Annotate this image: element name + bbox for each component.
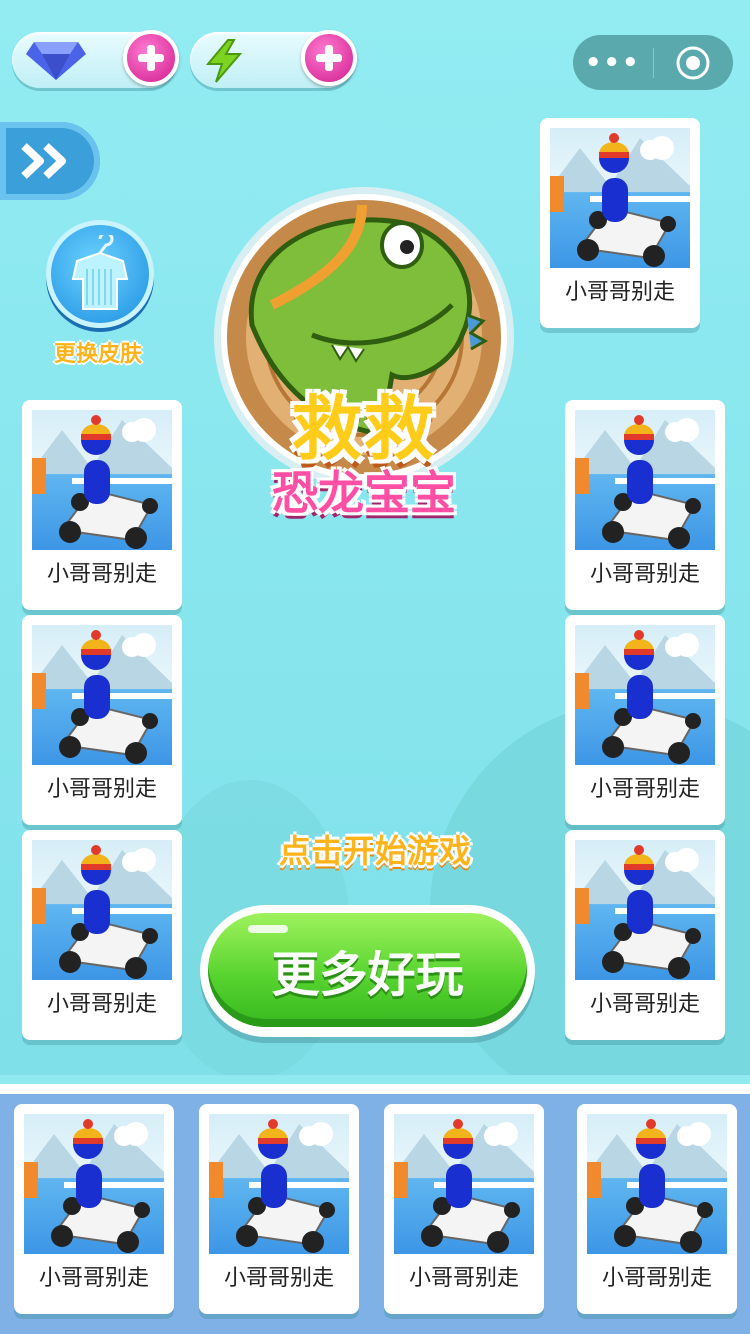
game-thumbnail xyxy=(394,1114,534,1254)
more-fun-button[interactable]: 更多好玩 xyxy=(200,905,535,1037)
game-card-title: 小哥哥别走 xyxy=(38,1266,149,1291)
game-card-title: 小哥哥别走 xyxy=(601,1266,712,1291)
game-card[interactable]: 小哥哥别走 xyxy=(384,1104,544,1314)
logo-title-sub: 恐龙宝宝 xyxy=(272,466,456,520)
game-card[interactable]: 小哥哥别走 xyxy=(565,400,725,610)
game-card[interactable]: 小哥哥别走 xyxy=(22,830,182,1040)
lightning-icon xyxy=(202,38,246,88)
game-card-title: 小哥哥别走 xyxy=(589,992,700,1017)
bottom-recommend-bar: 小哥哥别走 小哥哥别走 小哥哥别走 小哥哥别走 xyxy=(0,1084,750,1334)
game-card-title: 小哥哥别走 xyxy=(408,1266,519,1291)
game-card[interactable]: 小哥哥别走 xyxy=(565,615,725,825)
button-shine xyxy=(248,925,288,933)
game-thumbnail xyxy=(575,840,715,980)
game-card[interactable]: 小哥哥别走 xyxy=(577,1104,737,1314)
game-card-title: 小哥哥别走 xyxy=(589,562,700,587)
game-logo: 救救 恐龙宝宝 xyxy=(212,185,516,520)
game-card-title: 小哥哥别走 xyxy=(589,777,700,802)
energy-counter xyxy=(190,30,357,88)
tap-to-start-text[interactable]: 点击开始游戏 xyxy=(240,826,510,872)
game-card-title: 小哥哥别走 xyxy=(46,777,157,802)
double-chevron-right-icon xyxy=(21,143,66,179)
gem-counter xyxy=(12,30,179,88)
game-thumbnail xyxy=(32,625,172,765)
game-thumbnail xyxy=(24,1114,164,1254)
add-energy-button[interactable] xyxy=(301,30,357,86)
game-card-title: 小哥哥别走 xyxy=(564,280,675,305)
expand-drawer-tab[interactable] xyxy=(0,122,100,200)
game-thumbnail xyxy=(32,840,172,980)
game-thumbnail xyxy=(32,410,172,550)
change-skin-label: 更换皮肤 xyxy=(53,342,142,367)
change-skin-button[interactable] xyxy=(46,220,154,328)
shirt-hanger-icon xyxy=(71,235,129,310)
game-thumbnail xyxy=(587,1114,727,1254)
game-thumbnail xyxy=(209,1114,349,1254)
game-card-title: 小哥哥别走 xyxy=(46,562,157,587)
add-gems-button[interactable] xyxy=(123,30,179,86)
diamond-icon xyxy=(24,38,88,86)
game-card[interactable]: 小哥哥别走 xyxy=(14,1104,174,1314)
game-card[interactable]: 小哥哥别走 xyxy=(540,118,700,328)
game-card[interactable]: 小哥哥别走 xyxy=(199,1104,359,1314)
game-thumbnail xyxy=(550,128,690,268)
game-thumbnail xyxy=(575,625,715,765)
mini-program-capsule: ••• xyxy=(573,35,733,90)
game-card[interactable]: 小哥哥别走 xyxy=(22,400,182,610)
game-card[interactable]: 小哥哥别走 xyxy=(565,830,725,1040)
more-menu-icon[interactable]: ••• xyxy=(573,48,653,78)
game-card[interactable]: 小哥哥别走 xyxy=(22,615,182,825)
game-card-title: 小哥哥别走 xyxy=(46,992,157,1017)
game-card-title: 小哥哥别走 xyxy=(223,1266,334,1291)
game-thumbnail xyxy=(575,410,715,550)
close-target-icon[interactable] xyxy=(654,45,734,81)
